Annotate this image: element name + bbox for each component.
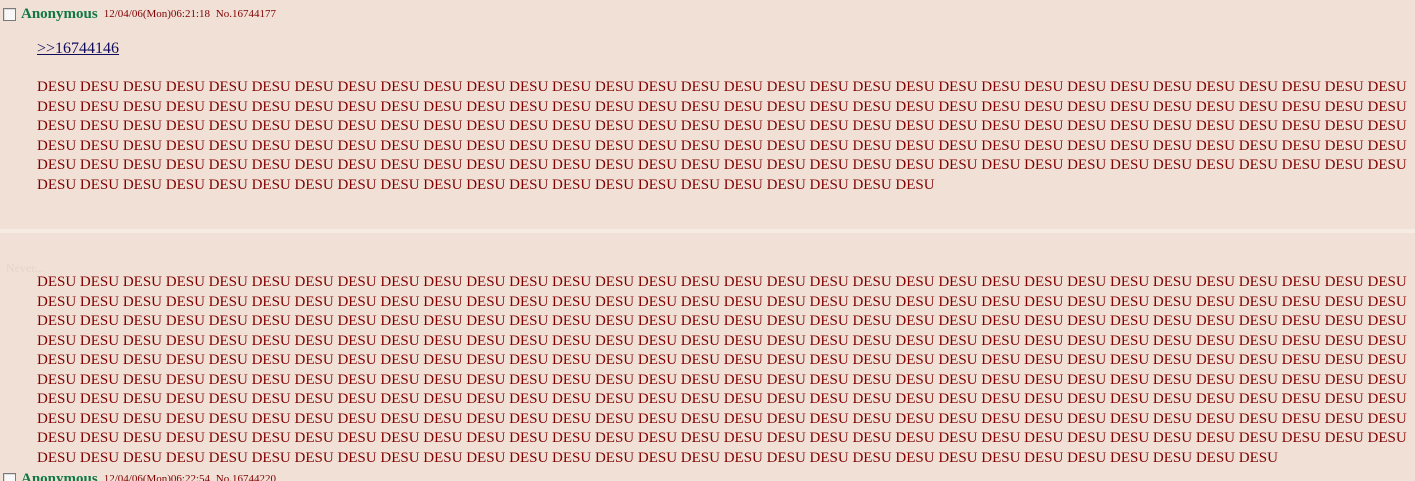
poster-name: Anonymous — [21, 470, 98, 481]
post-number[interactable]: No.16744177 — [216, 8, 276, 20]
post-message: DESU DESU DESU DESU DESU DESU DESU DESU … — [37, 274, 1407, 466]
reply-quote-link[interactable]: >>16744146 — [37, 40, 119, 58]
post-message: DESU DESU DESU DESU DESU DESU DESU DESU … — [37, 79, 1407, 193]
poster-name: Anonymous — [21, 5, 98, 22]
post-header: Anonymous 12/04/06(Mon)06:22:54 No.16744… — [3, 470, 276, 481]
reply-post: Anonymous 12/04/06(Mon)06:22:54 No.16744… — [0, 233, 1415, 481]
post-select-checkbox[interactable] — [3, 7, 16, 21]
post-header: Anonymous 12/04/06(Mon)06:21:18 No.16744… — [3, 5, 276, 23]
post-metadata: 12/04/06(Mon)06:22:54 No.16744220 — [104, 472, 276, 481]
post-select-checkbox[interactable] — [3, 472, 16, 481]
post-metadata: 12/04/06(Mon)06:21:18 No.16744177 — [104, 7, 276, 22]
post-date: 12/04/06(Mon)06:21:18 — [103, 7, 211, 20]
post-number[interactable]: No.16744220 — [216, 473, 276, 481]
post-date: 12/04/06(Mon)06:22:54 — [103, 472, 211, 481]
reply-post: Anonymous 12/04/06(Mon)06:21:18 No.16744… — [0, 0, 1415, 229]
thread-view: Anonymous 12/04/06(Mon)06:21:18 No.16744… — [0, 0, 1415, 481]
